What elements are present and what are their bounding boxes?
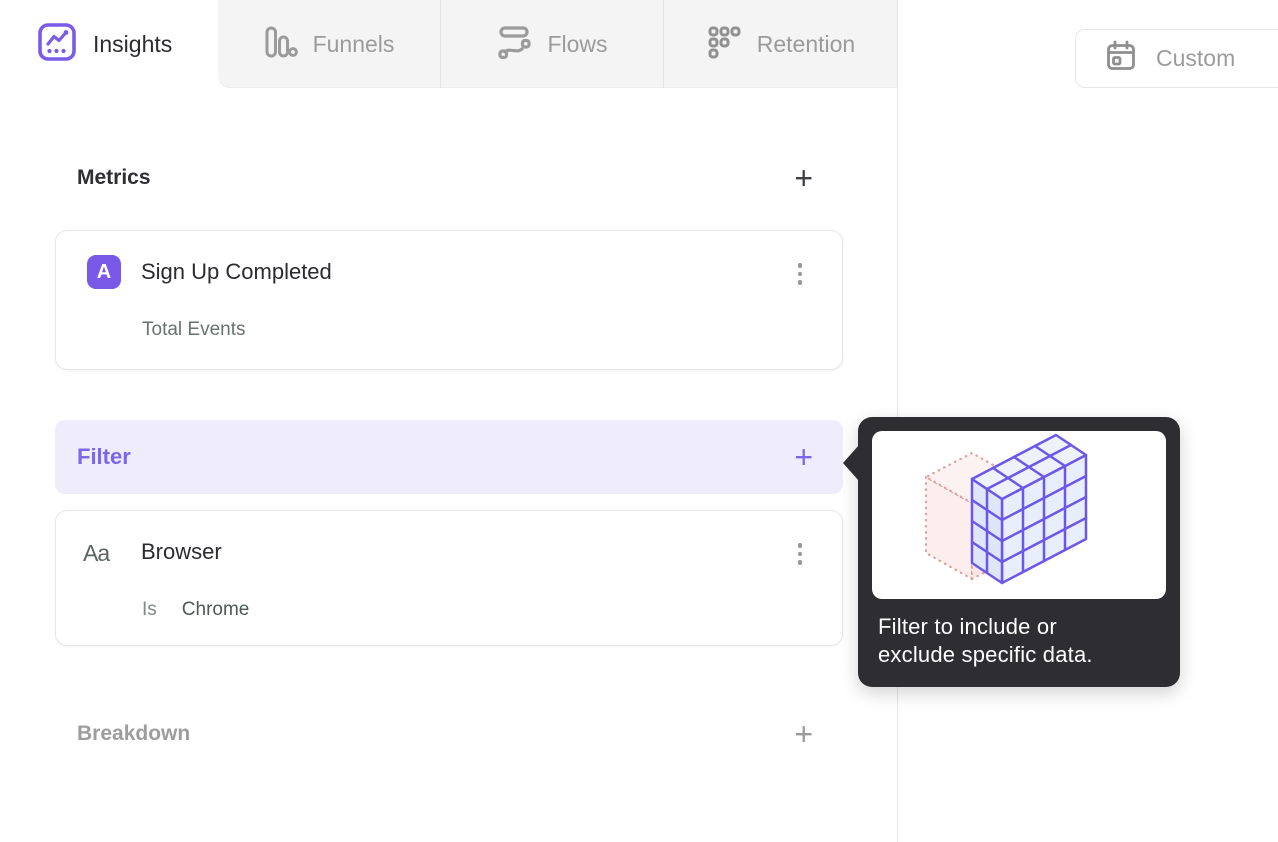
retention-icon [706, 24, 742, 65]
breakdown-section-header: Breakdown + [55, 714, 843, 754]
metric-card[interactable]: A Sign Up Completed Total Events [55, 230, 843, 370]
tab-retention[interactable]: Retention [664, 0, 897, 88]
filter-card[interactable]: Aa Browser Is Chrome [55, 510, 843, 646]
custom-date-button[interactable]: Custom [1075, 29, 1278, 88]
tab-label: Flows [547, 30, 608, 57]
cube-filter-illustration-icon [924, 433, 1088, 585]
filter-heading: Filter [77, 444, 131, 469]
metric-title: Sign Up Completed [141, 259, 332, 284]
tooltip-text: Filter to include or exclude specific da… [878, 614, 1093, 667]
filter-kebab-menu-icon[interactable] [790, 536, 810, 572]
filter-property-name: Browser [141, 539, 222, 564]
custom-date-label: Custom [1156, 45, 1236, 71]
metric-series-badge: A [87, 255, 121, 289]
tab-label: Funnels [312, 30, 395, 57]
metric-aggregation[interactable]: Total Events [142, 319, 246, 341]
add-filter-button[interactable]: + [794, 441, 813, 473]
tab-label: Insights [93, 30, 173, 57]
tab-funnels[interactable]: Funnels [218, 0, 440, 88]
tab-label: Retention [756, 30, 856, 57]
breakdown-heading: Breakdown [77, 722, 191, 745]
add-metric-button[interactable]: + [794, 162, 813, 194]
filter-value[interactable]: Chrome [182, 599, 250, 621]
insights-report-builder: Funnels Flows Retention Insights Custom … [0, 0, 1278, 842]
tooltip-illustration [872, 431, 1166, 599]
filter-section-row[interactable]: Filter + [55, 420, 843, 494]
filter-condition: Is Chrome [142, 599, 249, 621]
metrics-heading: Metrics [77, 166, 151, 189]
flows-icon [496, 24, 532, 65]
tooltip-arrow [843, 445, 859, 481]
add-breakdown-button[interactable]: + [794, 718, 813, 750]
metric-kebab-menu-icon[interactable] [790, 256, 810, 292]
filter-tooltip: Filter to include or exclude specific da… [843, 417, 1180, 687]
filter-operator[interactable]: Is [142, 599, 157, 621]
calendar-icon [1104, 39, 1138, 78]
insights-icon [37, 22, 77, 67]
string-property-icon: Aa [83, 540, 110, 566]
tab-strip: Funnels Flows Retention [218, 0, 897, 88]
tab-flows[interactable]: Flows [441, 0, 663, 88]
metrics-section-header: Metrics + [55, 158, 843, 198]
funnels-icon [264, 25, 298, 64]
tab-insights[interactable]: Insights [0, 0, 218, 88]
